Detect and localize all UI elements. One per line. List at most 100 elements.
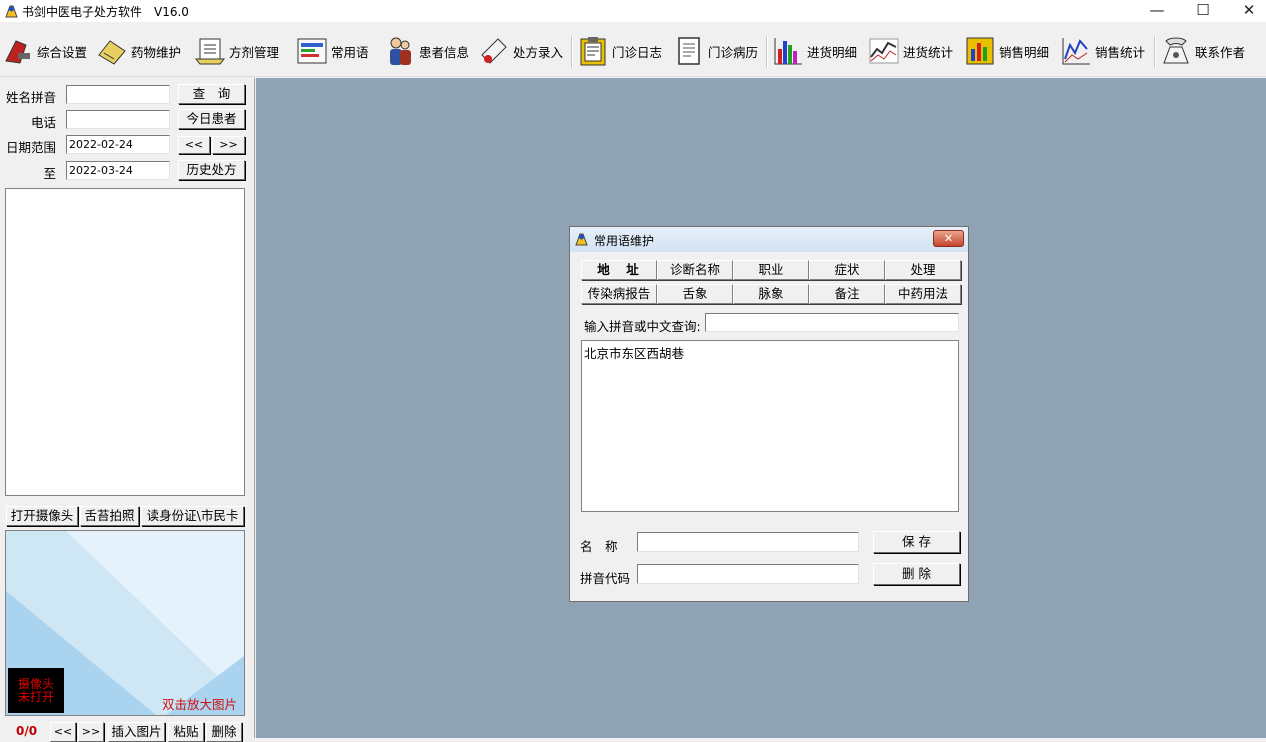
save-button[interactable]: 保 存 bbox=[873, 531, 960, 553]
toolbar-prescription[interactable]: 处方录入 bbox=[478, 34, 563, 68]
phrase-list[interactable]: 北京市东区西胡巷 bbox=[581, 340, 959, 512]
toolbar-separator bbox=[1154, 36, 1156, 68]
toolbar-label: 销售明细 bbox=[999, 44, 1050, 60]
today-patients-button[interactable]: 今日患者 bbox=[178, 109, 245, 129]
pinyin-code-input[interactable] bbox=[637, 564, 859, 584]
delete-image-button[interactable]: 删除 bbox=[206, 722, 242, 742]
toolbar-patient[interactable]: 患者信息 bbox=[384, 34, 469, 68]
toolbar-label: 方剂管理 bbox=[229, 44, 280, 60]
tab-address[interactable]: 地 址 bbox=[581, 260, 657, 280]
toolbar-sales-detail[interactable]: 销售明细 bbox=[964, 34, 1049, 68]
tab-remarks[interactable]: 备注 bbox=[809, 284, 885, 304]
name-pinyin-input[interactable] bbox=[66, 85, 170, 104]
open-camera-button[interactable]: 打开摄像头 bbox=[6, 506, 78, 526]
sales-detail-icon bbox=[966, 37, 994, 65]
close-icon: ✕ bbox=[943, 232, 954, 245]
delete-button[interactable]: 删 除 bbox=[873, 563, 960, 585]
date-range-label: 日期范围 bbox=[5, 140, 56, 155]
toolbar-label: 处方录入 bbox=[513, 44, 564, 60]
toolbar-purchase-stats[interactable]: 进货统计 bbox=[868, 34, 953, 68]
prev-image-button[interactable]: << bbox=[50, 722, 76, 742]
clinic-log-icon bbox=[580, 37, 606, 66]
purchase-detail-icon bbox=[774, 38, 802, 65]
next-date-button[interactable]: >> bbox=[212, 136, 245, 154]
toolbar-clinic-log[interactable]: 门诊日志 bbox=[577, 34, 662, 68]
tongue-photo-button[interactable]: 舌苔拍照 bbox=[80, 506, 139, 526]
toolbar-label: 患者信息 bbox=[419, 44, 470, 60]
medicine-icon bbox=[98, 40, 126, 65]
dialog-title: 常用语维护 bbox=[594, 234, 655, 248]
dialog-close-button[interactable]: ✕ bbox=[933, 230, 964, 247]
dialog-icon bbox=[575, 233, 588, 246]
toolbar-separator bbox=[766, 36, 768, 68]
window-title: 书剑中医电子处方软件 V16.0 bbox=[22, 5, 189, 19]
toolbar-purchase-detail[interactable]: 进货明细 bbox=[772, 34, 857, 68]
patient-icon bbox=[390, 37, 411, 65]
toolbar-contact[interactable]: 联系作者 bbox=[1160, 34, 1245, 68]
main-toolbar: 综合设置 药物维护 方剂管理 常用语 患者信息 处方录入 门诊日志 门诊病历 进… bbox=[0, 28, 1266, 77]
phrases-icon bbox=[297, 38, 327, 64]
minimize-icon: — bbox=[1149, 1, 1165, 19]
phrase-query-input[interactable] bbox=[705, 313, 959, 332]
toolbar-settings[interactable]: 综合设置 bbox=[2, 34, 87, 68]
toolbar-separator bbox=[571, 36, 573, 68]
tab-occupation[interactable]: 职业 bbox=[733, 260, 809, 280]
dialog-title-bar[interactable]: 常用语维护 ✕ bbox=[570, 227, 968, 252]
query-label: 输入拼音或中文查询: bbox=[584, 319, 701, 334]
sales-stats-icon bbox=[1062, 38, 1090, 65]
date-to-label: 至 bbox=[43, 166, 56, 181]
close-icon: ✕ bbox=[1242, 1, 1256, 19]
common-phrases-dialog: 常用语维护 ✕ 地 址 诊断名称 职业 症状 处理 传染病报告 舌象 脉象 备注… bbox=[569, 226, 969, 602]
history-prescription-button[interactable]: 历史处方 bbox=[178, 160, 245, 180]
pinyin-code-label: 拼音代码 bbox=[580, 571, 631, 586]
patient-list[interactable] bbox=[5, 188, 245, 496]
query-button[interactable]: 查 询 bbox=[178, 84, 245, 104]
read-id-card-button[interactable]: 读身份证\市民卡 bbox=[141, 506, 244, 526]
title-bar: 书剑中医电子处方软件 V16.0 — ☐ ✕ bbox=[0, 0, 1266, 22]
tab-symptom[interactable]: 症状 bbox=[809, 260, 885, 280]
toolbar-label: 销售统计 bbox=[1095, 44, 1146, 60]
prescription-icon bbox=[481, 38, 507, 64]
camera-status: 摄像头 未打开 bbox=[8, 668, 64, 713]
tab-tongue[interactable]: 舌象 bbox=[657, 284, 733, 304]
insert-image-button[interactable]: 插入图片 bbox=[108, 722, 165, 742]
toolbar-label: 常用语 bbox=[331, 44, 369, 60]
patient-search-panel: 姓名拼音 查 询 电话 今日患者 日期范围 2022-02-24 << >> 至… bbox=[0, 78, 255, 742]
toolbar-label: 药物维护 bbox=[131, 44, 182, 60]
toolbar-phrases[interactable]: 常用语 bbox=[296, 34, 369, 68]
maximize-button[interactable]: ☐ bbox=[1180, 0, 1226, 22]
image-counter: 0/0 bbox=[16, 724, 38, 738]
tab-pulse[interactable]: 脉象 bbox=[733, 284, 809, 304]
phrase-name-label: 名 称 bbox=[580, 539, 618, 554]
tab-treatment[interactable]: 处理 bbox=[885, 260, 961, 280]
next-image-button[interactable]: >> bbox=[78, 722, 104, 742]
tab-herb-usage[interactable]: 中药用法 bbox=[885, 284, 961, 304]
settings-icon bbox=[5, 40, 30, 64]
close-button[interactable]: ✕ bbox=[1226, 0, 1266, 22]
minimize-button[interactable]: — bbox=[1134, 0, 1180, 22]
purchase-stats-icon bbox=[869, 38, 899, 64]
paste-button[interactable]: 粘贴 bbox=[168, 722, 204, 742]
toolbar-label: 门诊日志 bbox=[612, 44, 663, 60]
toolbar-label: 联系作者 bbox=[1195, 44, 1246, 60]
toolbar-medical-record[interactable]: 门诊病历 bbox=[673, 34, 758, 68]
camera-preview[interactable]: 摄像头 未打开 双击放大图片 bbox=[5, 530, 245, 716]
app-icon bbox=[5, 5, 18, 18]
toolbar-label: 进货统计 bbox=[903, 44, 954, 60]
phone-input[interactable] bbox=[66, 110, 170, 129]
list-item[interactable]: 北京市东区西胡巷 bbox=[582, 341, 958, 364]
phone-label: 电话 bbox=[30, 115, 56, 130]
phrase-name-input[interactable] bbox=[637, 532, 859, 552]
name-pinyin-label: 姓名拼音 bbox=[5, 90, 56, 105]
toolbar-label: 门诊病历 bbox=[708, 44, 759, 60]
maximize-icon: ☐ bbox=[1196, 1, 1210, 19]
tab-diagnosis[interactable]: 诊断名称 bbox=[657, 260, 733, 280]
date-to-input[interactable]: 2022-03-24 bbox=[66, 161, 170, 180]
toolbar-medicine[interactable]: 药物维护 bbox=[96, 34, 181, 68]
toolbar-sales-stats[interactable]: 销售统计 bbox=[1060, 34, 1145, 68]
tab-infectious-report[interactable]: 传染病报告 bbox=[581, 284, 657, 304]
formula-icon bbox=[194, 38, 226, 65]
date-from-input[interactable]: 2022-02-24 bbox=[66, 135, 170, 154]
prev-date-button[interactable]: << bbox=[178, 136, 210, 154]
toolbar-formula[interactable]: 方剂管理 bbox=[194, 34, 279, 68]
